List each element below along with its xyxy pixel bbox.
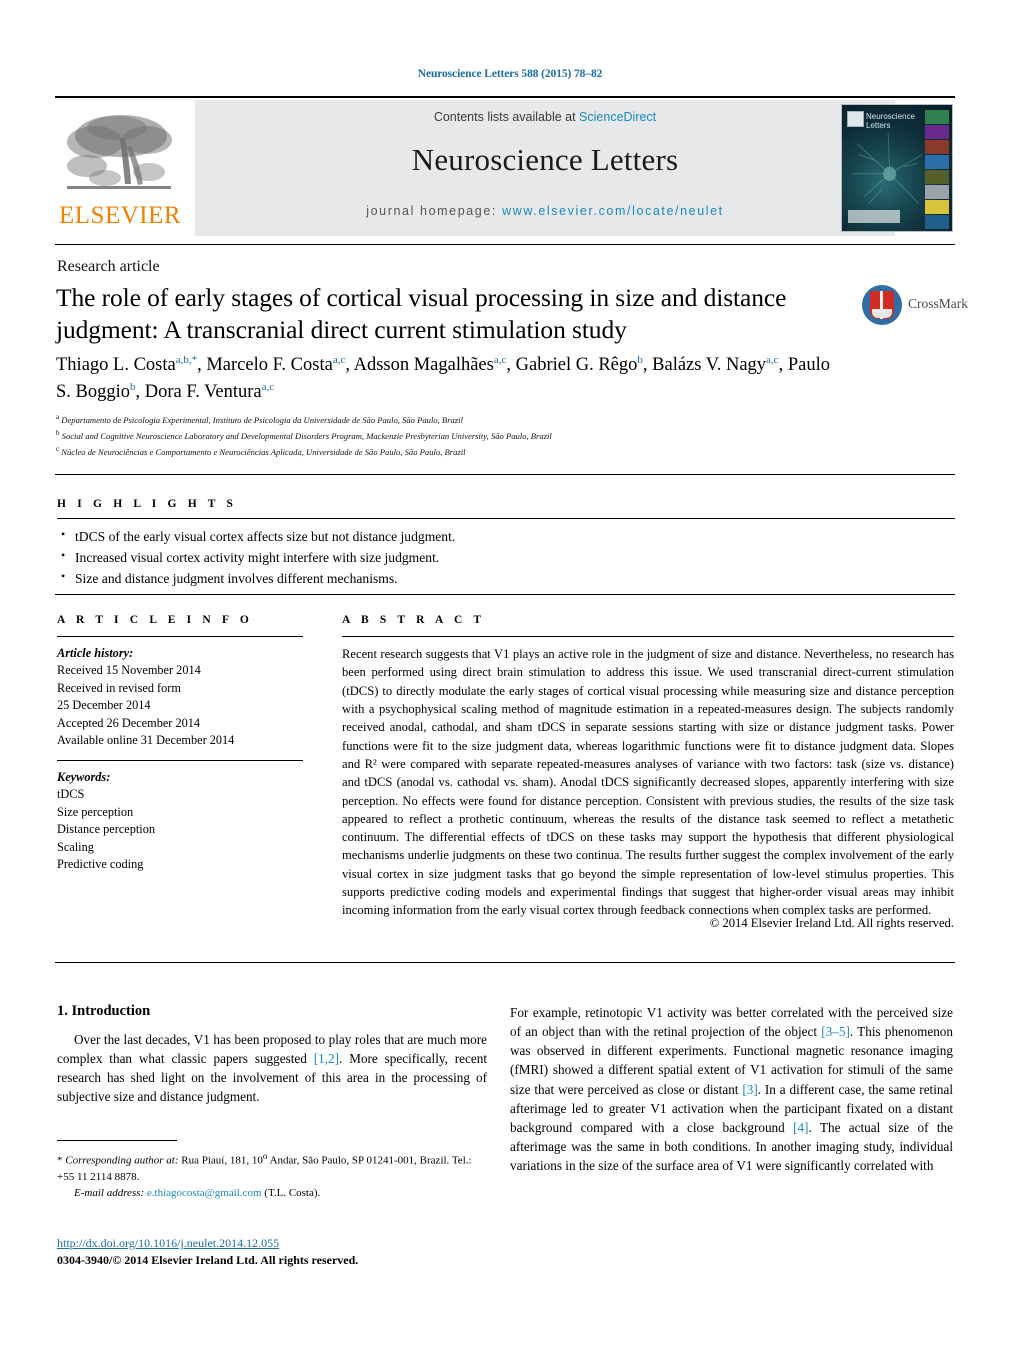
- abstract-text: Recent research suggests that V1 plays a…: [342, 647, 954, 918]
- affiliation-item: a Departamento de Psicologia Experimenta…: [56, 413, 463, 425]
- journal-masthead: ELSEVIER Contents lists available at Sci…: [55, 100, 955, 236]
- author-name: Thiago L. Costa: [56, 355, 176, 375]
- masthead-top-rule: [55, 96, 955, 98]
- citation-ref[interactable]: [4]: [793, 1120, 808, 1135]
- author-name: Balázs V. Nagy: [652, 355, 767, 375]
- running-head: Neuroscience Letters 588 (2015) 78–82: [417, 68, 603, 80]
- highlight-item: tDCS of the early visual cortex affects …: [60, 525, 920, 547]
- author-affiliation-marker: b: [637, 353, 643, 366]
- elsevier-wordmark: ELSEVIER: [59, 202, 182, 229]
- article-info-heading: A R T I C L E I N F O: [57, 614, 253, 626]
- page-title: The role of early stages of cortical vis…: [56, 283, 787, 344]
- keyword-item: Predictive coding: [57, 857, 144, 872]
- section-heading-introduction: 1. Introduction: [57, 1003, 151, 1019]
- highlights-top-rule: [55, 474, 955, 476]
- email-label: E-mail address:: [74, 1186, 147, 1199]
- highlight-item: Size and distance judgment involves diff…: [60, 567, 920, 589]
- highlights-heading: H I G H L I G H T S: [57, 498, 238, 510]
- crossmark-badge[interactable]: CrossMark: [862, 285, 968, 341]
- abstract-copyright: © 2014 Elsevier Ireland Ltd. All rights …: [709, 916, 954, 930]
- paper-page: Neuroscience Letters 588 (2015) 78–82 EL…: [0, 0, 1020, 1351]
- author-affiliation-marker: a,c: [332, 353, 346, 366]
- body-top-rule: [55, 962, 955, 964]
- doi-link[interactable]: http://dx.doi.org/10.1016/j.neulet.2014.…: [57, 1236, 279, 1251]
- elsevier-tree-icon: [67, 115, 172, 189]
- article-top-rule: [55, 244, 955, 246]
- keyword-item: Size perception: [57, 804, 134, 819]
- issn-copyright-line: 0304-3940/© 2014 Elsevier Ireland Ltd. A…: [57, 1253, 359, 1267]
- affiliation-item: b Social and Cognitive Neuroscience Labo…: [56, 428, 552, 441]
- journal-cover-thumbnail: Neuroscience Letters: [841, 104, 953, 232]
- author-list: Thiago L. Costaa,b,*, Marcelo F. Costaa,…: [56, 353, 830, 402]
- intro-paragraph-left: Over the last decades, V1 has been propo…: [57, 1030, 487, 1107]
- intro-paragraph-right: For example, retinotopic V1 activity was…: [510, 1003, 953, 1175]
- email-link[interactable]: e.thiagocosta@gmail.com: [147, 1187, 262, 1199]
- author-name: Marcelo F. Costa: [206, 355, 333, 375]
- elsevier-logo: ELSEVIER: [59, 106, 182, 230]
- author-affiliation-marker: a,b,*: [175, 353, 198, 366]
- journal-title: Neuroscience Letters: [411, 142, 679, 177]
- crossmark-circle-icon: [862, 285, 902, 325]
- article-history-item: Available online 31 December 2014: [57, 733, 235, 748]
- article-history-item: Received in revised form: [57, 680, 181, 695]
- email-line: E-mail address: e.thiagocosta@gmail.com …: [74, 1186, 321, 1199]
- citation-ref[interactable]: [3–5]: [821, 1024, 850, 1039]
- keyword-item: Scaling: [57, 839, 94, 854]
- article-history-item: Received 15 November 2014: [57, 663, 201, 678]
- author-affiliation-marker: b: [130, 380, 136, 393]
- corresponding-author-line: * Corresponding author at: Rua Piauí, 18…: [57, 1151, 472, 1183]
- article-type: Research article: [57, 258, 160, 275]
- homepage-prefix: journal homepage:: [366, 204, 503, 218]
- neuron-illustration-icon: [851, 132, 923, 204]
- article-history-item: Accepted 26 December 2014: [57, 715, 201, 730]
- highlights-bottom-rule: [55, 594, 955, 596]
- citation-ref[interactable]: [1,2]: [314, 1051, 339, 1066]
- highlights-mid-rule: [57, 518, 955, 519]
- cover-publisher-logo: [847, 111, 864, 127]
- keywords-label: Keywords:: [57, 770, 111, 784]
- author-affiliation-marker: a,c: [766, 353, 779, 366]
- keywords-block: Keywords: tDCS Size perception Distance per…: [57, 769, 307, 874]
- contents-prefix: Contents lists available at: [433, 110, 580, 124]
- author-name: Dora F. Ventura: [144, 381, 262, 402]
- sciencedirect-link[interactable]: ScienceDirect: [579, 110, 656, 124]
- author-name: Gabriel G. Rêgo: [515, 355, 638, 375]
- highlights-list: tDCS of the early visual cortex affects …: [60, 525, 920, 590]
- affiliation-list: a Departamento de Psicologia Experimenta…: [56, 412, 856, 459]
- highlight-item: Increased visual cortex activity might i…: [60, 546, 920, 568]
- cover-label-bar: [848, 210, 900, 223]
- crossmark-pages-icon: [872, 309, 892, 318]
- footnote-rule: [57, 1140, 177, 1141]
- keyword-item: tDCS: [57, 787, 85, 802]
- journal-homepage-line: journal homepage: www.elsevier.com/locat…: [195, 204, 895, 218]
- author-affiliation-marker: a,c: [261, 380, 275, 393]
- author-name: Adsson Magalhães: [353, 355, 494, 375]
- corresponding-author-note: * Corresponding author at: Rua Piauí, 18…: [57, 1150, 489, 1201]
- article-history: Article history: Received 15 November 201…: [57, 645, 307, 750]
- abstract-rule: [342, 636, 954, 637]
- author-affiliation-marker: a,c: [493, 353, 507, 366]
- cover-title: Neuroscience Letters: [866, 112, 915, 131]
- crossmark-label: CrossMark: [908, 296, 968, 311]
- affiliation-item: c Núcleo de Neurociências e Comportament…: [56, 444, 466, 457]
- article-history-label: Article history:: [57, 646, 134, 660]
- cover-thumbnail-strip: [925, 110, 949, 229]
- journal-homepage-link[interactable]: www.elsevier.com/locate/neulet: [502, 204, 724, 218]
- article-history-item: 25 December 2014: [57, 698, 151, 713]
- corresponding-author-label: Corresponding author at:: [62, 1154, 182, 1167]
- article-info-rule: [57, 636, 303, 637]
- citation-ref[interactable]: [3]: [742, 1082, 757, 1097]
- keywords-rule: [57, 760, 303, 761]
- contents-line: Contents lists available at ScienceDirec…: [195, 110, 895, 124]
- abstract-heading: A B S T R A C T: [342, 614, 486, 626]
- keyword-item: Distance perception: [57, 822, 155, 837]
